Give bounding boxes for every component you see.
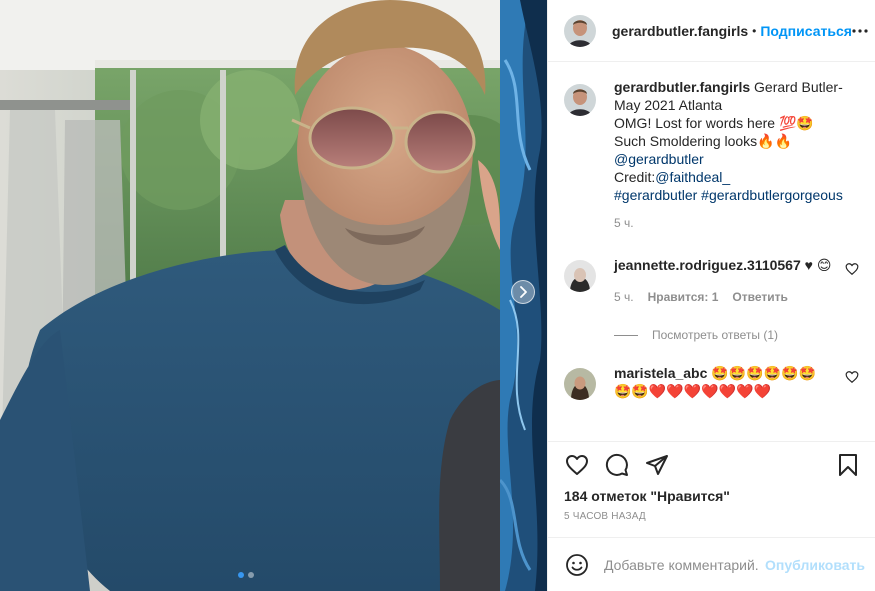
comment-like-heart-icon[interactable] xyxy=(845,262,859,276)
heart-icon xyxy=(566,454,588,475)
comment-button[interactable] xyxy=(604,452,630,478)
header-separator: • xyxy=(752,23,757,38)
comment-input[interactable] xyxy=(604,556,760,573)
caption-time: 5 ч. xyxy=(614,216,634,230)
follow-button[interactable]: Подписаться xyxy=(760,23,852,39)
post-photo xyxy=(0,0,500,591)
replies-divider xyxy=(614,334,638,336)
more-options-button[interactable] xyxy=(852,20,868,42)
caption: gerardbutler.fangirls Gerard Butler- May… xyxy=(564,78,859,204)
like-button[interactable] xyxy=(564,452,590,478)
commenter-username[interactable]: maristela_abc xyxy=(614,365,707,381)
caption-username[interactable]: gerardbutler.fangirls xyxy=(614,79,750,95)
view-replies-button[interactable]: Посмотреть ответы (1) xyxy=(614,328,859,342)
carousel-dot xyxy=(248,572,254,578)
commenter-avatar[interactable] xyxy=(564,260,596,292)
post-media[interactable] xyxy=(0,0,547,591)
emoji-button[interactable] xyxy=(564,552,590,578)
save-button[interactable] xyxy=(835,452,861,478)
bookmark-icon xyxy=(839,453,857,476)
comment: jeannette.rodriguez.3110567 ♥ 😊 5 ч. Нра… xyxy=(564,254,859,342)
commenter-username[interactable]: jeannette.rodriguez.3110567 xyxy=(614,257,801,273)
more-icon xyxy=(852,28,868,33)
paper-plane-icon xyxy=(646,454,668,475)
add-comment-bar: Опубликовать xyxy=(548,537,875,591)
post-sidebar: gerardbutler.fangirls • Подписаться gera… xyxy=(547,0,875,591)
commenter-avatar[interactable] xyxy=(564,368,596,400)
post-timestamp[interactable]: 5 ЧАСОВ НАЗАД xyxy=(548,509,875,537)
caption-line2: May 2021 Atlanta xyxy=(614,97,723,113)
caption-text: gerardbutler.fangirls Gerard Butler- May… xyxy=(614,78,859,204)
comment: maristela_abc 🤩🤩🤩🤩🤩🤩 🤩🤩❤️❤️❤️❤️❤️❤️❤️ xyxy=(564,362,859,400)
post-header: gerardbutler.fangirls • Подписаться xyxy=(548,0,875,62)
carousel-next-button[interactable] xyxy=(511,280,535,304)
share-button[interactable] xyxy=(644,452,670,478)
likes-count[interactable]: 184 отметок "Нравится" xyxy=(548,487,875,509)
smiley-icon xyxy=(566,553,588,576)
view-replies-label: Посмотреть ответы (1) xyxy=(652,328,779,342)
author-avatar[interactable] xyxy=(564,14,596,47)
caption-line1: Gerard Butler- xyxy=(754,79,843,95)
publish-button[interactable]: Опубликовать xyxy=(765,557,865,573)
carousel-indicator xyxy=(238,572,254,578)
credit-mention-link[interactable]: @faithdeal_ xyxy=(655,169,730,185)
comments-list[interactable]: gerardbutler.fangirls Gerard Butler- May… xyxy=(548,62,875,441)
caption-avatar[interactable] xyxy=(564,84,596,116)
carousel-dot-active xyxy=(238,572,244,578)
hashtags-link[interactable]: #gerardbutler #gerardbutlergorgeous xyxy=(614,187,843,203)
instagram-post: gerardbutler.fangirls • Подписаться gera… xyxy=(0,0,875,591)
mention-link[interactable]: @gerardbutler xyxy=(614,151,704,167)
chevron-right-icon xyxy=(520,286,527,298)
credit-prefix: Credit: xyxy=(614,169,656,185)
caption-line4: Such Smoldering looks🔥🔥 xyxy=(614,133,793,149)
caption-line3: OMG! Lost for words here 💯🤩 xyxy=(614,115,814,131)
comment-text: ♥ 😊 xyxy=(804,257,832,273)
reply-button[interactable]: Ответить xyxy=(732,288,787,306)
comment-time: 5 ч. xyxy=(614,290,634,304)
action-bar xyxy=(548,441,875,487)
author-username[interactable]: gerardbutler.fangirls xyxy=(612,23,748,39)
comment-like-heart-icon[interactable] xyxy=(845,370,859,384)
comment-icon xyxy=(605,453,628,476)
comment-likes[interactable]: Нравится: 1 xyxy=(648,288,719,306)
